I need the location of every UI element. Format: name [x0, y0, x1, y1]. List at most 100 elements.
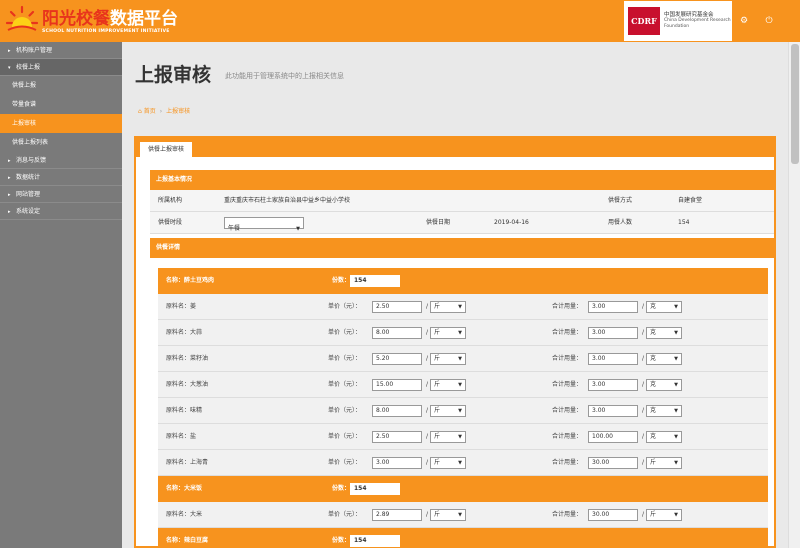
page-scrollbar[interactable] — [788, 42, 800, 548]
price-unit-select[interactable]: 斤 ▼ — [430, 301, 466, 313]
partner-logo[interactable]: CDRF 中国发展研究基金会 China Development Researc… — [624, 1, 732, 41]
price-input[interactable]: 15.00 — [372, 379, 422, 391]
dish-name-label: 名称：醉土豆鸡肉 — [166, 277, 215, 284]
sidebar-item-report-list[interactable]: 供餐上报列表 — [0, 133, 122, 152]
price-input[interactable]: 2.50 — [372, 301, 422, 313]
usage-unit-select[interactable]: 克 ▼ — [646, 431, 682, 443]
usage-unit-select[interactable]: 克 ▼ — [646, 301, 682, 313]
chevron-down-icon: ▼ — [296, 226, 300, 232]
price-label: 单价（元）： — [328, 329, 362, 336]
price-unit-select[interactable]: 斤 ▼ — [430, 431, 466, 443]
sidebar-item-website[interactable]: ▸ 网站管理 — [0, 186, 122, 203]
usage-label: 合计用量： — [552, 329, 583, 336]
caret-right-icon: ▸ — [8, 192, 11, 198]
site-logo[interactable]: 阳光校餐数据平台 SCHOOL NUTRITION IMPROVEMENT IN… — [4, 3, 178, 39]
price-input[interactable]: 2.50 — [372, 431, 422, 443]
usage-unit-select[interactable]: 克 ▼ — [646, 405, 682, 417]
top-header: 阳光校餐数据平台 SCHOOL NUTRITION IMPROVEMENT IN… — [0, 0, 800, 42]
slash: / — [426, 303, 429, 310]
usage-input[interactable]: 3.00 — [588, 353, 638, 365]
usage-input[interactable]: 30.00 — [588, 457, 638, 469]
gear-icon[interactable]: ⚙ — [737, 14, 751, 28]
tab-meal-review[interactable]: 供餐上报审核 — [140, 142, 193, 157]
home-icon: ⌂ — [138, 108, 142, 115]
usage-label: 合计用量： — [552, 407, 583, 414]
sidebar-item-recipes[interactable]: 带量食谱 — [0, 95, 122, 114]
date-value: 2019-04-16 — [494, 219, 529, 226]
scrollbar-thumb[interactable] — [791, 44, 799, 164]
dish-name-label: 名称：辣白豆腐 — [166, 537, 209, 544]
sun-logo-icon — [5, 5, 39, 31]
price-label: 单价（元）： — [328, 355, 362, 362]
chevron-down-icon: ▼ — [458, 434, 462, 440]
dish-name-label: 名称：大米饭 — [166, 485, 203, 492]
dish-qty-input[interactable]: 154 — [350, 275, 400, 287]
usage-label: 合计用量： — [552, 459, 583, 466]
slash: / — [642, 433, 645, 440]
price-input[interactable]: 5.20 — [372, 353, 422, 365]
org-value: 重庆重庆市石柱土家族自治县中益乡中益小学校 — [224, 197, 351, 204]
review-panel: 供餐上报审核 上报基本情况 所属机构 重庆重庆市石柱土家族自治县中益乡中益小学校… — [134, 136, 776, 548]
price-unit-select[interactable]: 斤 ▼ — [430, 457, 466, 469]
price-input[interactable]: 2.89 — [372, 509, 422, 521]
slash: / — [426, 433, 429, 440]
usage-unit-select[interactable]: 克 ▼ — [646, 379, 682, 391]
usage-unit-select[interactable]: 克 ▼ — [646, 353, 682, 365]
usage-label: 合计用量： — [552, 355, 583, 362]
price-input[interactable]: 8.00 — [372, 327, 422, 339]
usage-input[interactable]: 3.00 — [588, 301, 638, 313]
usage-input[interactable]: 30.00 — [588, 509, 638, 521]
ingredient-row: 原料名：上海青 单价（元）： 3.00 / 斤 ▼ 合计用量： 30.00 / 斤… — [158, 450, 768, 476]
sidebar-item-org-accounts[interactable]: ▸ 机构账户管理 — [0, 42, 122, 59]
chevron-down-icon: ▼ — [674, 330, 678, 336]
usage-input[interactable]: 3.00 — [588, 405, 638, 417]
logo-title-red: 阳光校餐 — [42, 8, 110, 29]
sidebar-item-statistics[interactable]: ▸ 数据统计 — [0, 169, 122, 186]
chevron-down-icon: ▼ — [458, 304, 462, 310]
meal-time-select[interactable]: 午餐 ▼ — [224, 217, 304, 232]
breadcrumb-home[interactable]: 首页 — [144, 108, 156, 115]
power-icon[interactable]: ⏻ — [762, 14, 776, 28]
sidebar-item-review[interactable]: 上报审核 — [0, 114, 122, 133]
usage-input[interactable]: 3.00 — [588, 327, 638, 339]
price-input[interactable]: 3.00 — [372, 457, 422, 469]
info-row-org: 所属机构 重庆重庆市石柱土家族自治县中益乡中益小学校 供餐方式 自建食堂 — [150, 190, 774, 212]
dish-qty-label: 份数： — [332, 277, 351, 284]
sidebar-item-settings[interactable]: ▸ 系统设定 — [0, 203, 122, 220]
logo-title: 数据平台 — [110, 8, 178, 29]
dish-qty-input[interactable]: 154 — [350, 535, 400, 547]
chevron-down-icon: ▼ — [674, 356, 678, 362]
sidebar-item-messages[interactable]: ▸ 消息与反馈 — [0, 152, 122, 169]
slash: / — [642, 511, 645, 518]
caret-right-icon: ▸ — [8, 209, 11, 215]
slash: / — [642, 329, 645, 336]
ingredient-name: 原料名：姜 — [166, 303, 197, 310]
breadcrumb-separator-icon: › — [159, 108, 163, 115]
sidebar-item-meal-report[interactable]: ▾ 校餐上报 — [0, 59, 122, 76]
dish-qty-input[interactable]: 154 — [350, 483, 400, 495]
sidebar-item-meal-submit[interactable]: 供餐上报 — [0, 76, 122, 95]
usage-unit-select[interactable]: 克 ▼ — [646, 327, 682, 339]
chevron-down-icon: ▼ — [674, 382, 678, 388]
ingredient-name: 原料名：大米 — [166, 511, 203, 518]
price-unit-select[interactable]: 斤 ▼ — [430, 405, 466, 417]
usage-unit-select[interactable]: 斤 ▼ — [646, 509, 682, 521]
ingredient-row: 原料名：味精 单价（元）： 8.00 / 斤 ▼ 合计用量： 3.00 / 克 ▼ — [158, 398, 768, 424]
ingredient-name: 原料名：大葱油 — [166, 381, 209, 388]
dish-qty-label: 份数： — [332, 537, 351, 544]
price-input[interactable]: 8.00 — [372, 405, 422, 417]
price-unit-select[interactable]: 斤 ▼ — [430, 327, 466, 339]
usage-label: 合计用量： — [552, 303, 583, 310]
price-unit-select[interactable]: 斤 ▼ — [430, 509, 466, 521]
slash: / — [642, 381, 645, 388]
ingredient-row: 原料名：姜 单价（元）： 2.50 / 斤 ▼ 合计用量： 3.00 / 克 ▼ — [158, 294, 768, 320]
sidebar-item-label: 消息与反馈 — [16, 157, 47, 164]
usage-unit-select[interactable]: 斤 ▼ — [646, 457, 682, 469]
price-unit-select[interactable]: 斤 ▼ — [430, 379, 466, 391]
price-unit-select[interactable]: 斤 ▼ — [430, 353, 466, 365]
slash: / — [426, 459, 429, 466]
usage-input[interactable]: 3.00 — [588, 379, 638, 391]
chevron-down-icon: ▼ — [458, 512, 462, 518]
dish-header: 名称：醉土豆鸡肉 份数： 154 — [158, 268, 768, 294]
usage-input[interactable]: 100.00 — [588, 431, 638, 443]
